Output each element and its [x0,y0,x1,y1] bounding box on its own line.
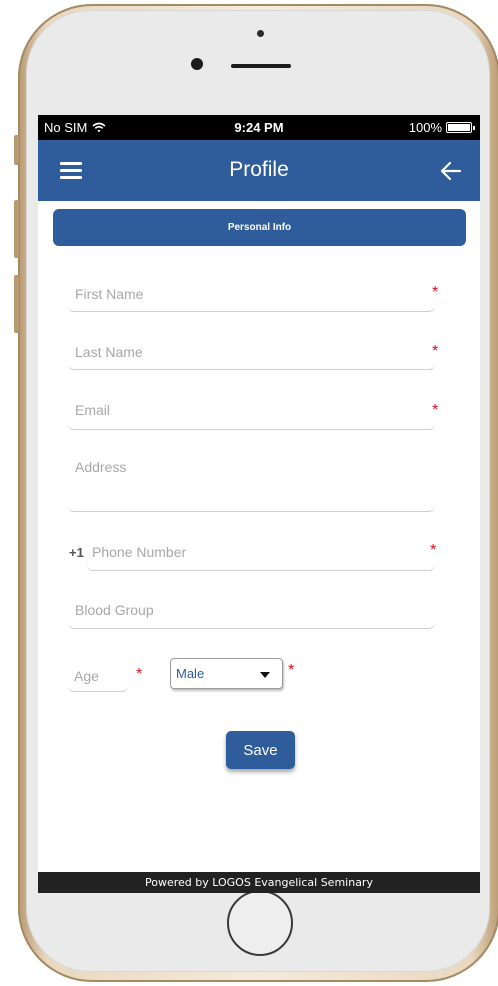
volume-up-button [14,200,19,258]
blood-group-input[interactable] [75,602,415,618]
first-name-input[interactable] [75,286,415,302]
arrow-left-icon[interactable] [438,158,464,184]
last-name-required-marker: * [432,343,439,360]
nav-bar: Profile [38,140,480,201]
address-field [68,456,435,512]
proximity-sensor [257,30,264,37]
phone-field [87,540,435,571]
home-button[interactable] [227,890,293,956]
age-input[interactable] [74,668,122,684]
country-code: +1 [69,545,84,560]
footer-bar: Powered by LOGOS Evangelical Seminary [38,872,480,893]
blood-group-field [68,598,435,629]
save-button[interactable]: Save [226,731,295,769]
battery-fill [448,124,470,131]
first-name-field [68,282,435,312]
email-field [68,398,435,430]
address-input[interactable] [75,459,425,507]
email-required-marker: * [432,402,439,419]
phone-required-marker: * [430,542,437,559]
battery-percent: 100% [408,120,442,135]
first-name-required-marker: * [432,284,439,301]
email-input[interactable] [75,402,415,418]
personal-info-header[interactable]: Personal Info [53,209,466,246]
gender-required-marker: * [288,662,295,679]
status-bar: No SIM 9:24 PM 100% [38,115,480,140]
status-right: 100% [408,120,475,135]
age-required-marker: * [136,666,143,683]
phone-screen: No SIM 9:24 PM 100% Profile Personal Inf… [38,115,480,893]
page-title: Profile [229,158,289,181]
earpiece-speaker [231,64,291,68]
phone-number-input[interactable] [92,544,412,560]
age-field [68,662,128,692]
gender-select[interactable]: Male [170,658,283,689]
volume-down-button [14,275,19,333]
last-name-input[interactable] [75,344,415,360]
front-camera [191,58,203,70]
mute-switch [14,135,19,165]
chevron-down-icon [260,672,270,678]
last-name-field [68,340,435,370]
battery-icon [446,122,475,133]
gender-selected-value: Male [176,666,205,681]
